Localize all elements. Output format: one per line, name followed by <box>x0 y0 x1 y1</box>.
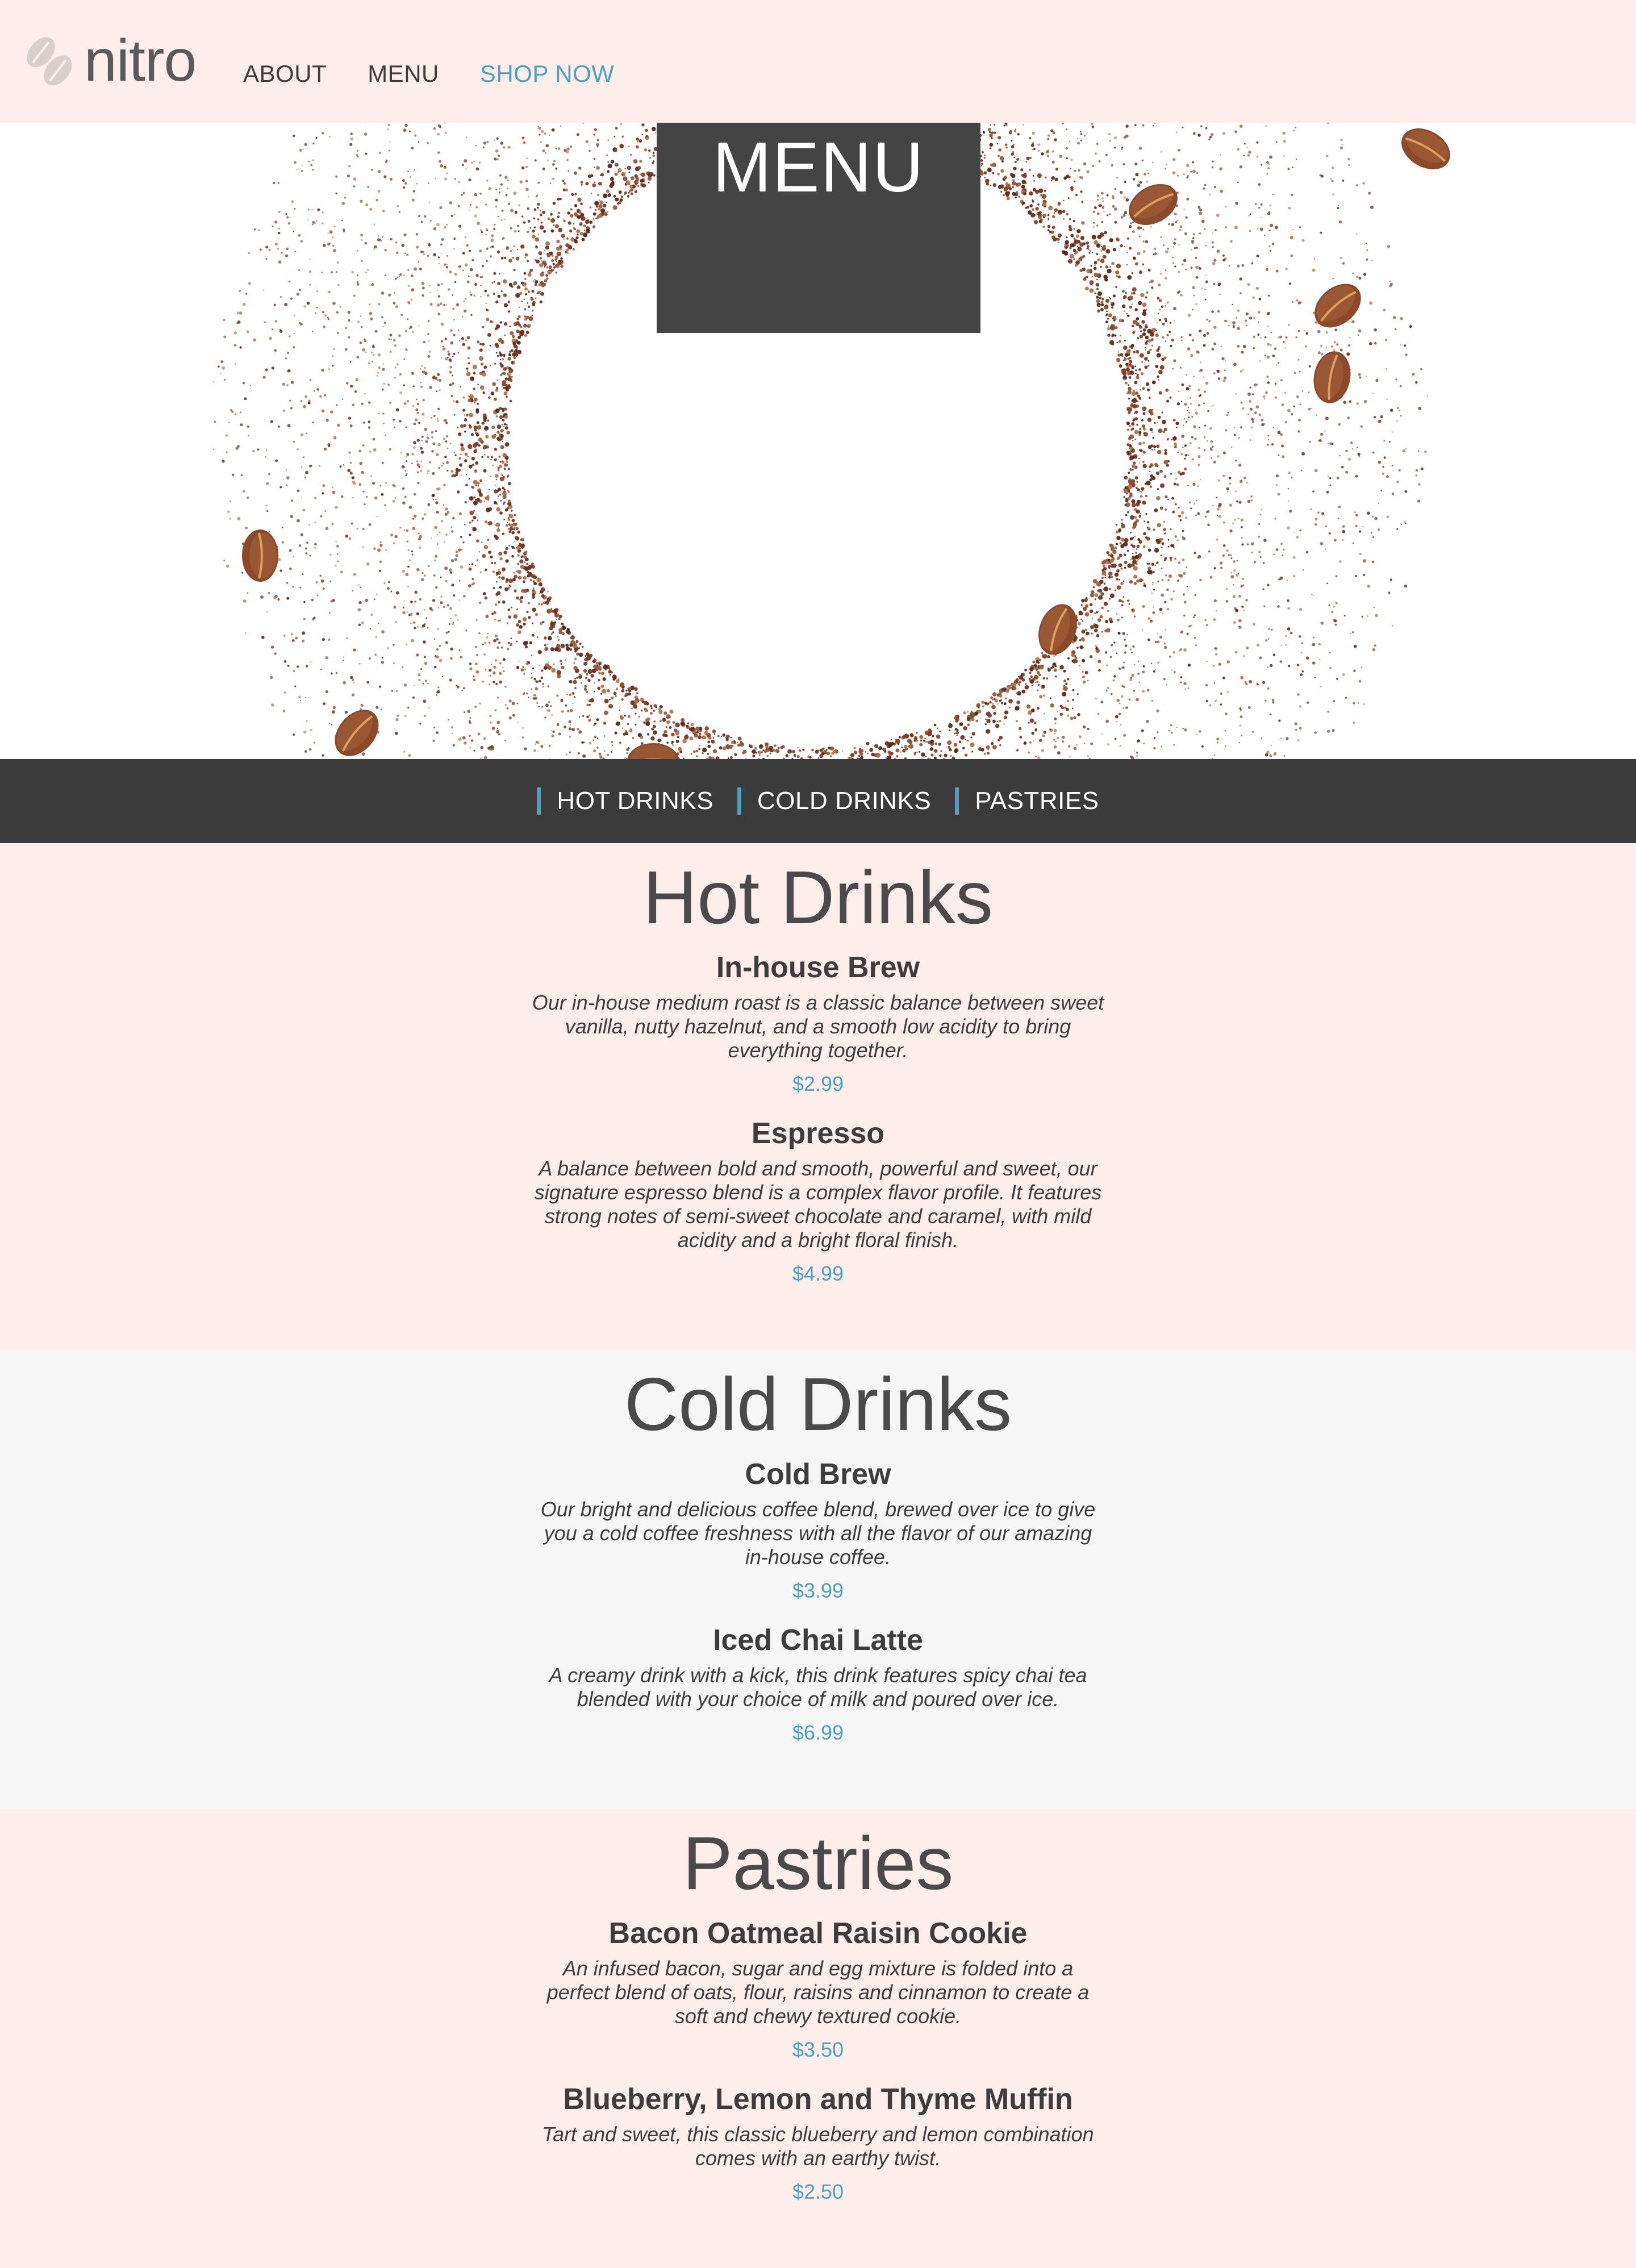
item-description: Our in-house medium roast is a classic b… <box>532 991 1104 1062</box>
item-price: $2.50 <box>792 2180 844 2203</box>
item-description: A creamy drink with a kick, this drink f… <box>549 1664 1087 1711</box>
item-description: Our bright and delicious coffee blend, b… <box>540 1498 1096 1569</box>
item-name: Cold Brew <box>745 1458 891 1491</box>
category-label: PASTRIES <box>975 787 1099 815</box>
section-title: Pastries <box>682 1821 954 1905</box>
coffee-beans-logo-icon <box>27 37 72 86</box>
category-hot-drinks[interactable]: HOT DRINKS <box>537 787 713 815</box>
nav-about-link[interactable]: ABOUT <box>243 60 327 87</box>
menu-item: Blueberry, Lemon and Thyme Muffin Tart a… <box>531 2079 1105 2204</box>
category-label: COLD DRINKS <box>757 787 932 815</box>
logo[interactable]: nitro <box>20 28 197 94</box>
menu-item: Iced Chai Latte A creamy drink with a ki… <box>531 1620 1105 1745</box>
item-name: Bacon Oatmeal Raisin Cookie <box>608 1917 1028 1950</box>
category-cold-drinks[interactable]: COLD DRINKS <box>737 787 931 815</box>
item-price: $3.99 <box>792 1579 844 1602</box>
menu-item: Bacon Oatmeal Raisin Cookie An infused b… <box>531 1913 1105 2062</box>
category-pastries[interactable]: PASTRIES <box>955 787 1099 815</box>
item-price: $6.99 <box>792 1721 844 1744</box>
menu-item: Cold Brew Our bright and delicious coffe… <box>531 1454 1105 1603</box>
category-divider <box>537 787 541 815</box>
item-name: Espresso <box>751 1117 885 1150</box>
item-description: A balance between bold and smooth, power… <box>534 1157 1102 1252</box>
item-price: $3.50 <box>792 2038 844 2061</box>
nav-shop-now-link[interactable]: SHOP NOW <box>480 60 615 87</box>
item-description: Tart and sweet, this classic blueberry a… <box>542 2123 1094 2170</box>
menu-item: In-house Brew Our in-house medium roast … <box>531 948 1105 1097</box>
item-name: Iced Chai Latte <box>713 1624 923 1657</box>
main-nav: ABOUT MENU SHOP NOW <box>243 57 655 91</box>
pastries-section: Pastries Bacon Oatmeal Raisin Cookie An … <box>0 1809 1636 2268</box>
hero-title: MENU <box>712 128 925 207</box>
item-description: An infused bacon, sugar and egg mixture … <box>546 1957 1090 2028</box>
section-title: Hot Drinks <box>642 856 994 939</box>
category-divider <box>737 787 741 815</box>
menu-title-box: MENU <box>657 123 980 333</box>
section-title: Cold Drinks <box>624 1362 1012 1446</box>
cold-drinks-section: Cold Drinks Cold Brew Our bright and del… <box>0 1350 1636 1809</box>
nav-menu-link[interactable]: MENU <box>368 60 439 87</box>
category-divider <box>955 787 959 815</box>
category-label: HOT DRINKS <box>557 787 713 815</box>
category-bar: HOT DRINKS COLD DRINKS PASTRIES <box>0 759 1636 843</box>
item-name: In-house Brew <box>716 951 920 984</box>
item-price: $2.99 <box>792 1072 844 1095</box>
logo-text: nitro <box>84 28 197 94</box>
item-name: Blueberry, Lemon and Thyme Muffin <box>563 2083 1073 2116</box>
item-price: $4.99 <box>792 1262 844 1285</box>
hot-drinks-section: Hot Drinks In-house Brew Our in-house me… <box>0 843 1636 1350</box>
menu-item: Espresso A balance between bold and smoo… <box>531 1114 1105 1286</box>
hero-banner: MENU <box>0 123 1636 759</box>
site-header: nitro ABOUT MENU SHOP NOW <box>0 0 1636 123</box>
